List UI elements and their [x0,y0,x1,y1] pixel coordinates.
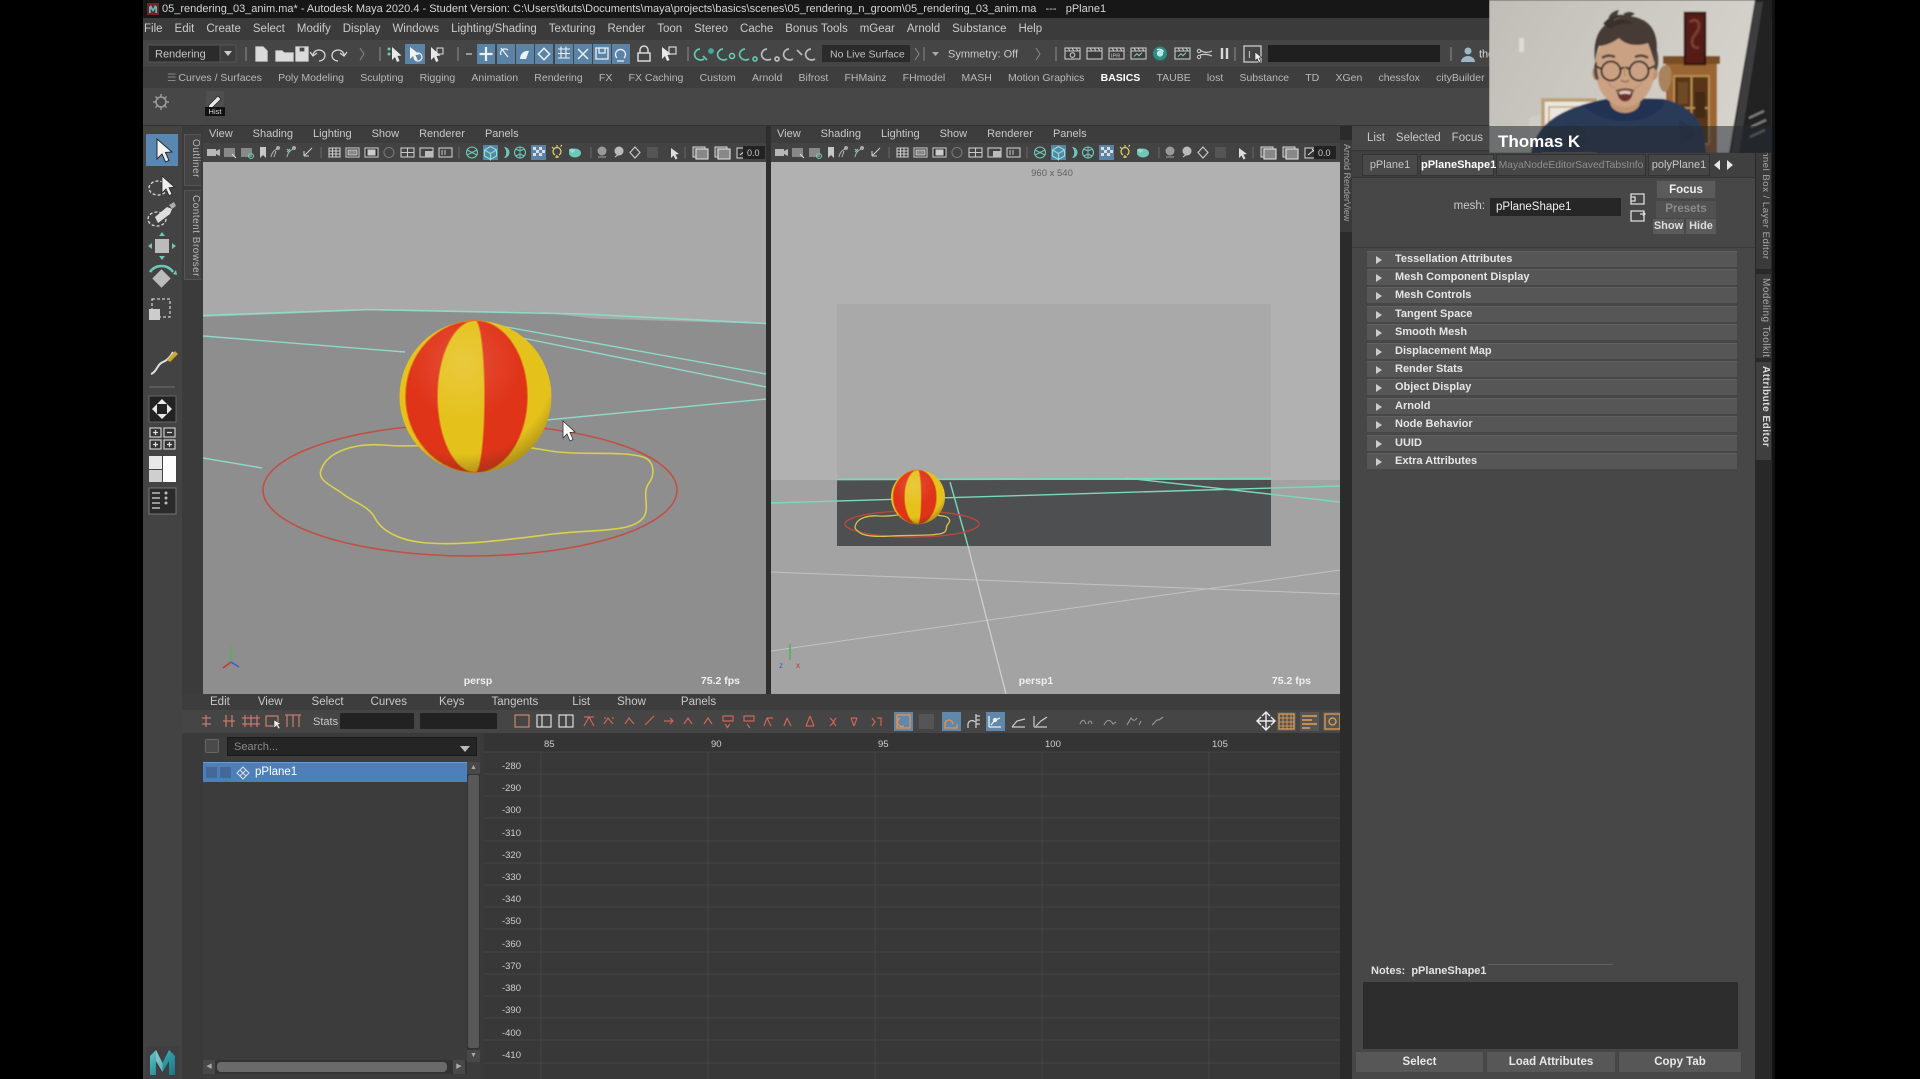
svg-text:z: z [779,661,783,670]
svg-text:0.0: 0.0 [747,148,760,158]
svg-text:105: 105 [1212,739,1228,750]
svg-text:-310: -310 [502,828,521,839]
svg-text:75.2 fps: 75.2 fps [1272,675,1311,687]
svg-text:90: 90 [711,739,722,750]
svg-text:75.2 fps: 75.2 fps [701,675,740,687]
svg-text:95: 95 [878,739,889,750]
svg-text:-320: -320 [502,850,521,861]
svg-text:IPR: IPR [1111,54,1120,60]
svg-text:100: 100 [1045,739,1061,750]
svg-text:-370: -370 [502,961,521,972]
svg-text:x: x [796,661,800,670]
svg-text:-280: -280 [502,761,521,772]
svg-text:-410: -410 [502,1050,521,1061]
svg-text:-360: -360 [502,939,521,950]
svg-text:-300: -300 [502,805,521,816]
svg-text:960 x 540: 960 x 540 [1031,168,1073,179]
svg-text:Stats: Stats [313,716,339,728]
svg-text:85: 85 [544,739,555,750]
svg-text:-390: -390 [502,1005,521,1016]
svg-text:-330: -330 [502,872,521,883]
svg-text:Rendering: Rendering [155,49,206,61]
svg-text:persp1: persp1 [1019,675,1054,687]
svg-text:-350: -350 [502,916,521,927]
svg-text:-400: -400 [502,1028,521,1039]
svg-text:Symmetry: Off: Symmetry: Off [948,49,1019,61]
svg-text:Hist: Hist [209,107,223,116]
svg-text:-340: -340 [502,894,521,905]
svg-text:I: I [1248,50,1251,61]
svg-text:-290: -290 [502,783,521,794]
svg-text:0.0: 0.0 [1318,148,1331,158]
svg-text:persp: persp [464,675,493,687]
svg-text:-380: -380 [502,983,521,994]
svg-text:Thomas K: Thomas K [1498,132,1581,151]
svg-text:No Live Surface: No Live Surface [830,49,905,61]
